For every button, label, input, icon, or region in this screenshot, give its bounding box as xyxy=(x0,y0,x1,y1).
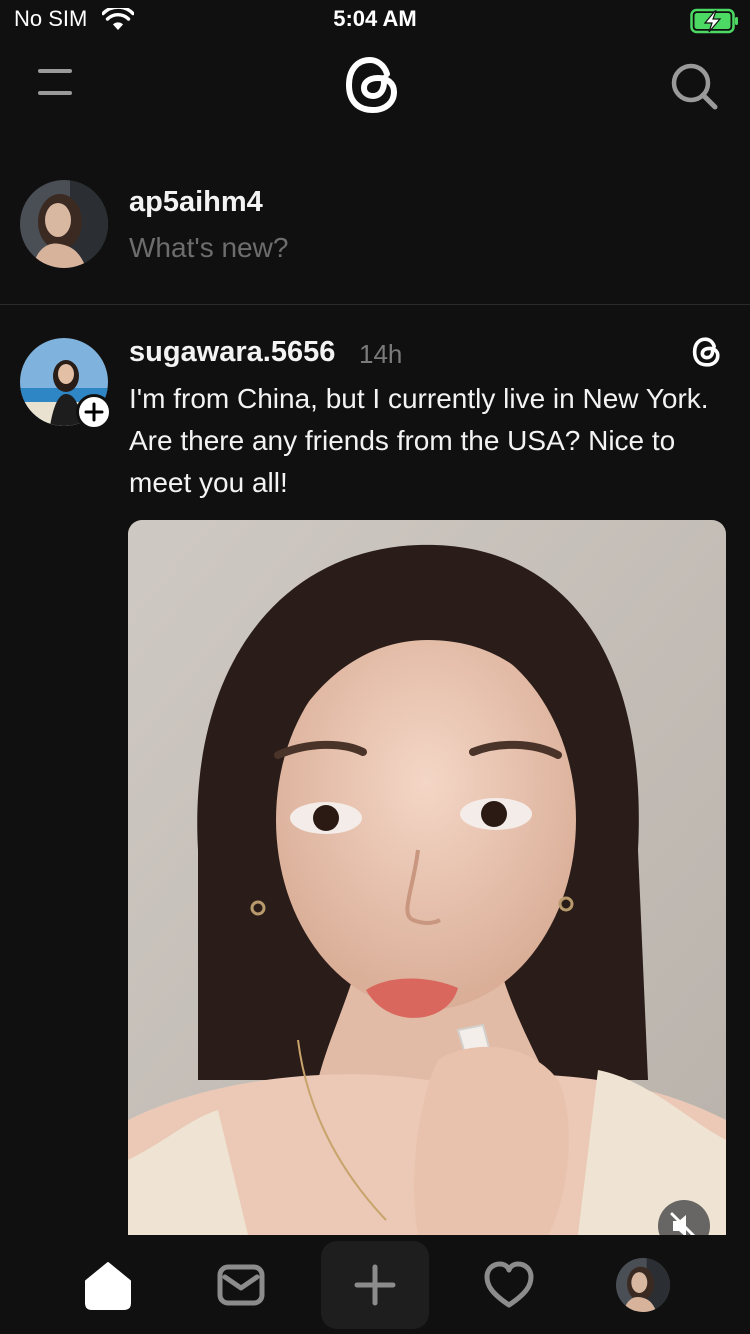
post-video[interactable] xyxy=(128,520,726,1235)
tab-bar xyxy=(0,1235,750,1334)
post-timestamp: 14h xyxy=(359,339,403,369)
composer-input[interactable]: What's new? xyxy=(129,232,288,264)
post-text: I'm from China, but I currently live in … xyxy=(129,383,709,498)
menu-icon xyxy=(38,69,72,73)
plus-icon xyxy=(84,402,104,422)
profile-avatar[interactable] xyxy=(616,1258,670,1312)
heart-icon[interactable] xyxy=(479,1255,539,1315)
inbox-icon[interactable] xyxy=(211,1255,271,1315)
threads-icon[interactable] xyxy=(690,334,726,370)
menu-icon-bar xyxy=(38,91,72,95)
search-icon[interactable] xyxy=(668,60,720,112)
menu-button[interactable] xyxy=(36,66,76,100)
home-icon[interactable] xyxy=(78,1255,138,1315)
threads-logo-icon[interactable] xyxy=(340,50,410,120)
divider xyxy=(0,304,750,305)
battery-charging-icon xyxy=(690,8,738,34)
post-username[interactable]: sugawara.5656 xyxy=(129,336,335,369)
clock: 5:04 AM xyxy=(333,6,417,31)
compose-button[interactable] xyxy=(321,1241,429,1329)
status-bar: No SIM 5:04 AM xyxy=(0,0,750,44)
plus-icon xyxy=(354,1264,396,1306)
follow-button[interactable] xyxy=(76,394,112,430)
composer-avatar[interactable] xyxy=(20,180,108,268)
composer-username: ap5aihm4 xyxy=(129,186,263,218)
